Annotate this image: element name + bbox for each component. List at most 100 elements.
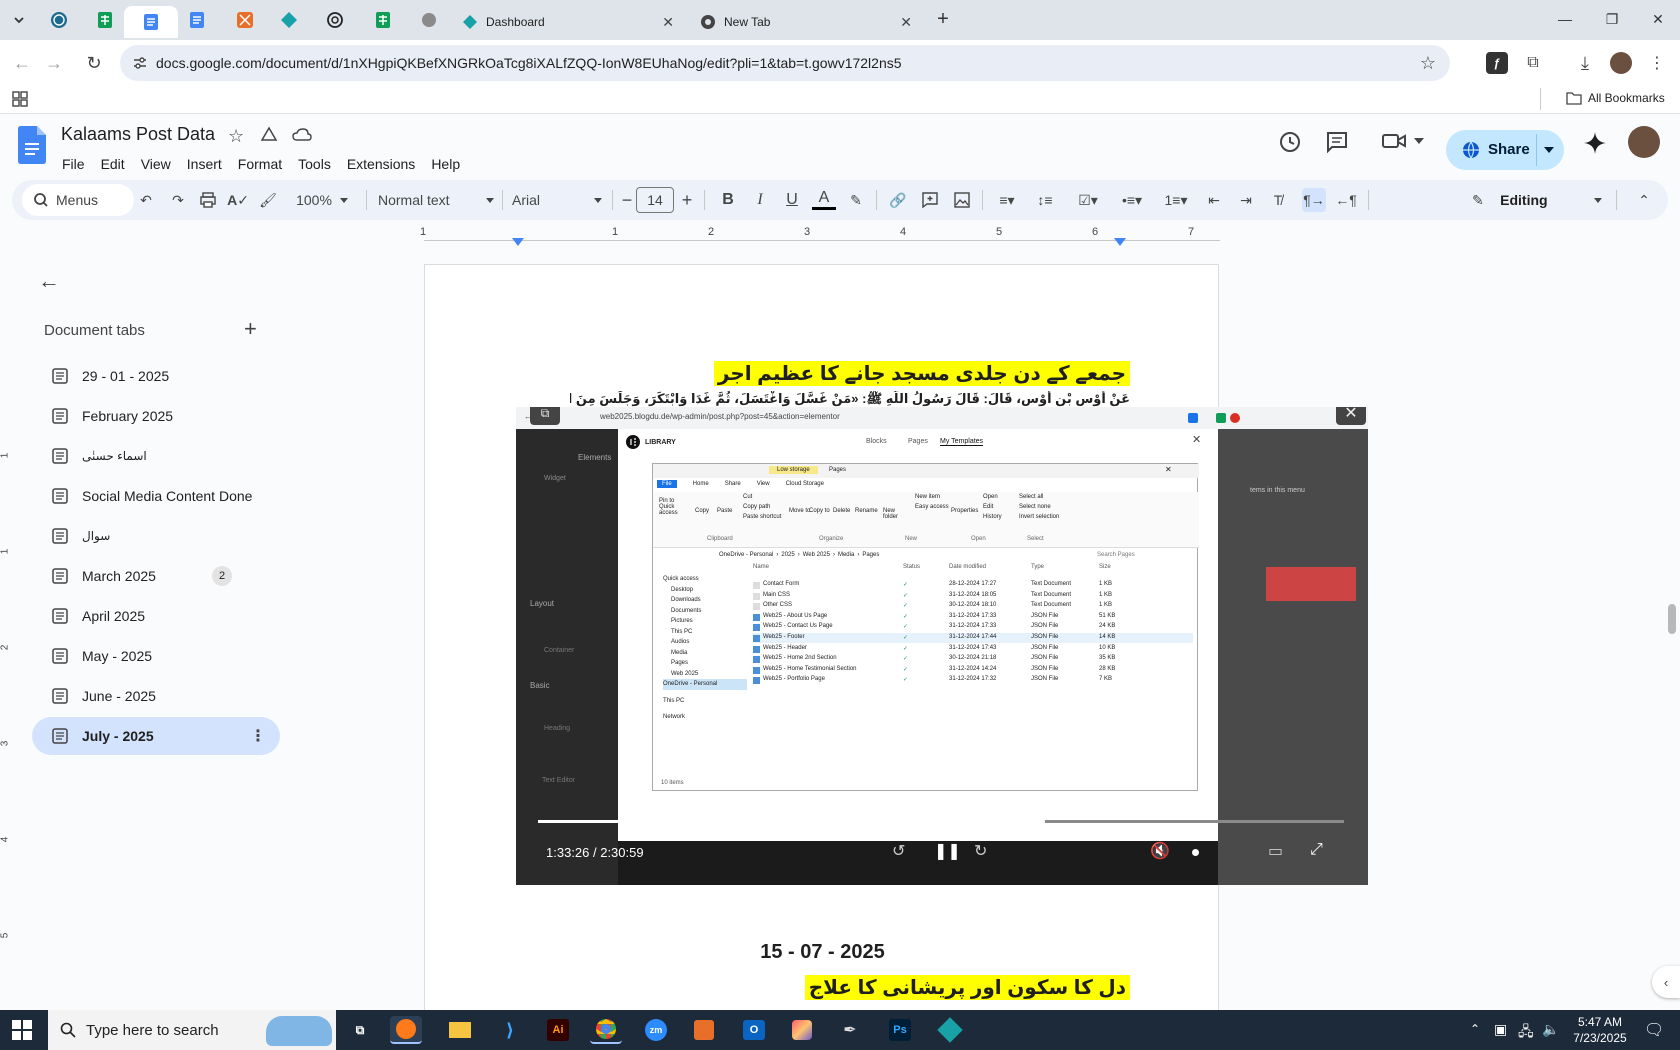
menu-file[interactable]: File [62,156,85,172]
illustrator-app-icon[interactable]: Ai [542,1016,574,1044]
volume-icon[interactable]: 🔈 [1542,1021,1559,1038]
site-info-icon[interactable] [132,55,148,71]
editing-mode-select[interactable]: ✎ Editing [1472,188,1602,212]
pinned-tab-app-icon[interactable] [278,9,300,31]
browser-tab-new-tab[interactable]: New Tab ✕ [690,6,922,38]
pinned-tab-docs-icon[interactable] [186,9,208,31]
video-progress-track[interactable] [538,815,1344,828]
pinned-tab-sheets-icon[interactable] [94,9,116,31]
menus-search[interactable]: Menus [22,184,134,216]
mute-icon[interactable]: 🔇 [1150,841,1170,861]
sidebar-tab-july-2025[interactable]: July - 2025 ⋮ [32,717,280,755]
star-icon[interactable]: ☆ [228,126,244,147]
sidebar-tab-sawal[interactable]: سوال [32,517,280,555]
chrome-menu-icon[interactable]: ⋮ [1646,52,1668,74]
pause-icon[interactable]: ❚❚ [934,841,961,861]
menu-tools[interactable]: Tools [298,156,331,172]
taskbar-clock[interactable]: 5:47 AM 7/23/2025 [1570,1014,1630,1046]
docs-logo-icon[interactable] [18,126,46,164]
share-dropdown-caret-icon[interactable] [1544,147,1554,153]
show-hidden-icons-chevron-icon[interactable]: ⌃ [1470,1022,1480,1036]
windows-start-icon[interactable] [12,1020,32,1040]
document-scrollbar[interactable] [1666,246,1678,1010]
underline-icon[interactable]: U [780,188,804,212]
sidebar-tab-asma-husna[interactable]: اسماء حسنٰی [32,437,280,475]
rewind-10-icon[interactable]: ↺ [892,841,905,861]
sidebar-tab-june-2025[interactable]: June - 2025 [32,677,280,715]
zoom-app-icon[interactable]: zm [640,1016,672,1044]
clear-formatting-icon[interactable]: T̸ [1266,188,1290,212]
apps-grid-icon[interactable] [12,91,28,107]
back-arrow-icon[interactable]: ← [12,53,32,73]
menu-help[interactable]: Help [431,156,460,172]
move-to-drive-icon[interactable] [260,126,278,144]
app-orange-icon[interactable] [688,1016,720,1044]
sidebar-tab-march-2025[interactable]: March 2025 2 [32,557,280,595]
outlook-app-icon[interactable]: O [738,1016,770,1044]
browser-tab-dashboard[interactable]: Dashboard ✕ [452,6,684,38]
library-tab-pages[interactable]: Pages [908,438,928,445]
italic-icon[interactable]: I [748,188,772,212]
video-progress-thumb[interactable] [1031,815,1045,828]
meet-button[interactable] [1382,132,1424,150]
checklist-icon[interactable]: ☑▾ [1068,188,1108,212]
bulleted-list-icon[interactable]: •≡▾ [1112,188,1152,212]
right-indent-marker[interactable] [1114,238,1126,246]
paint-format-icon[interactable]: 🖌 [256,188,280,212]
close-sidebar-back-arrow-icon[interactable]: ← [38,268,60,294]
pinned-tab-openai-icon[interactable] [324,9,346,31]
network-icon[interactable]: 🖧 [1518,1021,1534,1045]
tab-search-button[interactable] [8,9,30,31]
gemini-icon[interactable] [1584,132,1606,154]
text-color-icon[interactable]: A [812,188,836,210]
photoshop-app-icon[interactable]: Ps [884,1016,916,1044]
align-menu-icon[interactable]: ≡▾ [990,188,1024,212]
insert-image-icon[interactable] [950,188,974,212]
insert-link-icon[interactable]: 🔗 [886,188,910,212]
rtl-direction-icon[interactable]: ←¶ [1334,188,1358,212]
bold-icon[interactable]: B [716,188,740,212]
library-close-icon[interactable]: ✕ [1192,433,1201,446]
decrease-indent-icon[interactable]: ⇤ [1202,188,1226,212]
comments-icon[interactable] [1326,131,1348,153]
pinned-tab-app-icon[interactable] [234,9,256,31]
extensions-puzzle-icon[interactable]: ⧉ [1522,52,1544,74]
sidebar-tab-february-2025[interactable]: February 2025 [32,397,280,435]
add-tab-icon[interactable]: + [244,316,257,342]
cloud-saved-icon[interactable] [292,128,312,142]
restore-window-button[interactable]: ❐ [1597,8,1627,30]
extension-fontface-icon[interactable]: ƒ [1486,52,1508,74]
forward-arrow-icon[interactable]: → [44,53,64,73]
address-bar[interactable]: docs.google.com/document/d/1nXHgpiQKBefX… [120,45,1450,81]
new-tab-button[interactable]: + [928,8,958,30]
undo-icon[interactable]: ↶ [134,188,158,212]
scrollbar-thumb[interactable] [1668,604,1676,634]
chrome-app-icon[interactable] [590,1016,622,1044]
pip-close-icon[interactable]: ✕ [1336,407,1366,425]
taskbar-search-box[interactable]: Type here to search [48,1010,336,1050]
decrease-font-size-button[interactable]: − [618,188,636,212]
menu-extensions[interactable]: Extensions [347,156,415,172]
menu-format[interactable]: Format [238,156,282,172]
pinned-tab-globe-icon[interactable] [418,9,440,31]
file-explorer-app-icon[interactable] [444,1016,476,1044]
fullscreen-icon[interactable]: ⤢ [1310,841,1323,859]
video-player[interactable]: ← → ↻ web2025.blogdu.de/wp-admin/post.ph… [516,407,1368,885]
spellcheck-icon[interactable]: A✓ [226,188,250,212]
pen-app-icon[interactable]: ✒ [834,1016,866,1044]
increase-indent-icon[interactable]: ⇥ [1234,188,1258,212]
account-avatar[interactable] [1628,126,1660,158]
library-tab-blocks[interactable]: Blocks [866,438,887,445]
pinned-tab-docs-icon[interactable] [124,6,178,38]
close-tab-icon[interactable]: ✕ [662,14,674,31]
hide-menus-chevron-icon[interactable]: ⌃ [1632,188,1656,212]
numbered-list-icon[interactable]: 1≡▾ [1156,188,1196,212]
pinned-tab-wordpress-icon[interactable] [48,9,70,31]
add-comment-icon[interactable] [918,188,942,212]
redo-icon[interactable]: ↷ [166,188,190,212]
menu-view[interactable]: View [141,156,171,172]
all-bookmarks-button[interactable]: All Bookmarks [1566,91,1665,105]
vscode-app-icon[interactable]: ⟩ [494,1016,526,1044]
volume-dot[interactable] [1192,849,1199,856]
sidebar-tab-may-2025[interactable]: May - 2025 [32,637,280,675]
